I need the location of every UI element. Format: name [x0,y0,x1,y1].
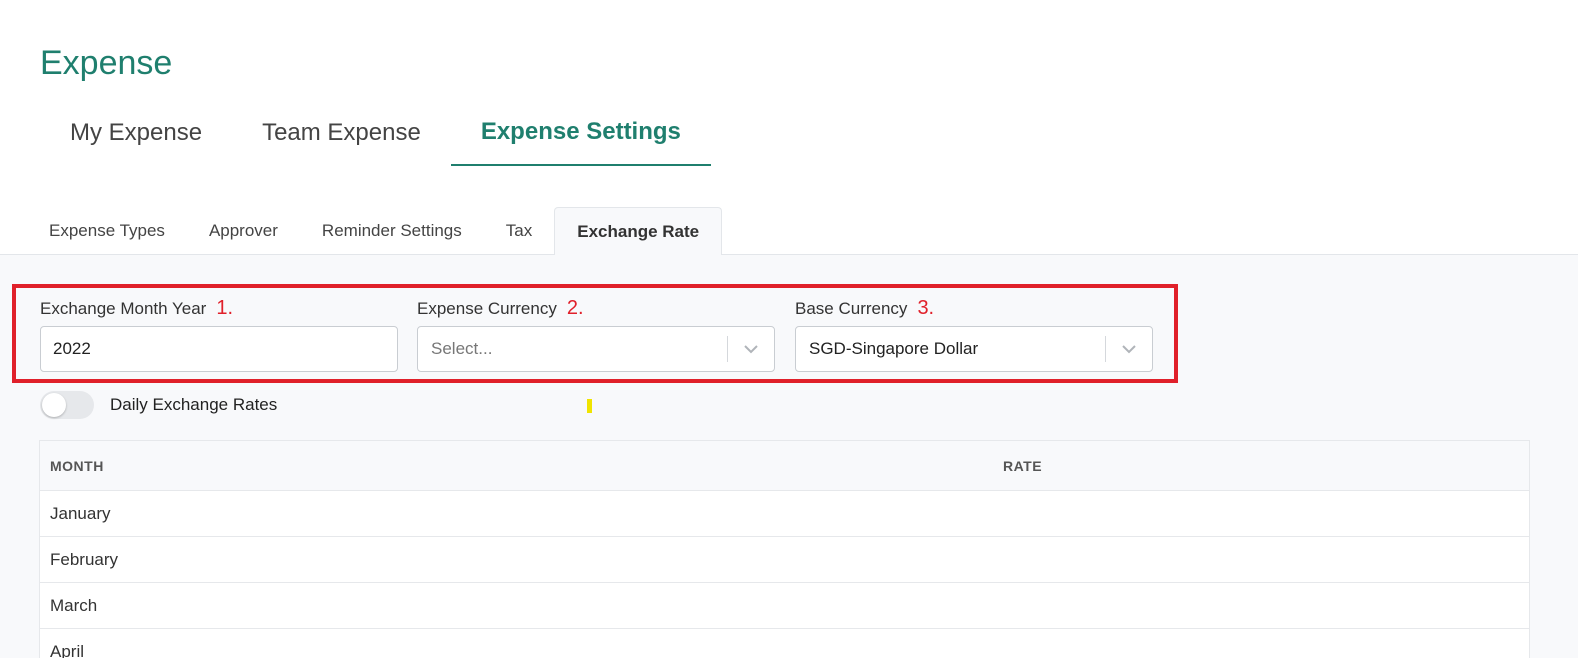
subtab-reminder-settings[interactable]: Reminder Settings [300,207,484,255]
exchange-rate-table: MONTH RATE January February March April [39,440,1530,658]
page-title: Expense [40,44,173,82]
tab-my-expense[interactable]: My Expense [40,100,232,166]
subtab-exchange-rate[interactable]: Exchange Rate [554,207,723,256]
month-cell: April [50,641,85,658]
subtab-expense-types[interactable]: Expense Types [27,207,187,255]
subtab-approver[interactable]: Approver [187,207,300,255]
yellow-marker [587,399,592,413]
expense-currency-label: Expense Currency 2. [417,297,775,319]
chevron-down-icon[interactable] [728,327,774,371]
subtab-tax[interactable]: Tax [484,207,554,255]
column-header-rate[interactable]: RATE [1003,458,1529,474]
expense-currency-field-group: Expense Currency 2. Select... [417,297,775,372]
expense-currency-select[interactable]: Select... [417,326,775,372]
toggle-knob [42,393,66,417]
table-row[interactable]: March [40,583,1529,629]
month-cell: January [50,503,111,523]
month-year-field-group: Exchange Month Year 1. [40,297,398,372]
table-header: MONTH RATE [40,441,1529,491]
expense-currency-placeholder: Select... [431,339,493,358]
base-currency-label: Base Currency 3. [795,297,1153,319]
base-currency-field-group: Base Currency 3. SGD-Singapore Dollar [795,297,1153,372]
month-year-input[interactable] [41,327,397,371]
expense-currency-label-text: Expense Currency [417,299,557,318]
annotation-number-1: 1. [216,297,234,319]
main-tabs: My Expense Team Expense Expense Settings [40,100,711,168]
expense-page: Expense My Expense Team Expense Expense … [0,0,1578,658]
month-year-label-text: Exchange Month Year [40,299,207,318]
tab-expense-settings[interactable]: Expense Settings [450,100,711,166]
base-currency-label-text: Base Currency [795,299,908,318]
month-year-input-box [40,326,398,372]
chevron-down-icon[interactable] [1106,327,1152,371]
base-currency-value: SGD-Singapore Dollar [809,339,979,358]
daily-rates-label: Daily Exchange Rates [110,395,278,414]
annotation-number-3: 3. [917,297,935,319]
month-cell: March [50,595,98,615]
daily-rates-toggle[interactable] [40,391,94,419]
daily-rates-toggle-row: Daily Exchange Rates [40,391,277,419]
settings-subtabs: Expense Types Approver Reminder Settings… [0,207,1578,256]
annotation-number-2: 2. [566,297,584,319]
exchange-rate-panel: Exchange Month Year 1. Expense Currency … [0,255,1578,658]
month-year-label: Exchange Month Year 1. [40,297,398,319]
base-currency-select[interactable]: SGD-Singapore Dollar [795,326,1153,372]
table-row[interactable]: April [40,629,1529,658]
tab-team-expense[interactable]: Team Expense [232,100,451,166]
table-row[interactable]: February [40,537,1529,583]
month-cell: February [50,549,119,569]
column-header-month[interactable]: MONTH [40,458,1003,474]
table-row[interactable]: January [40,491,1529,537]
